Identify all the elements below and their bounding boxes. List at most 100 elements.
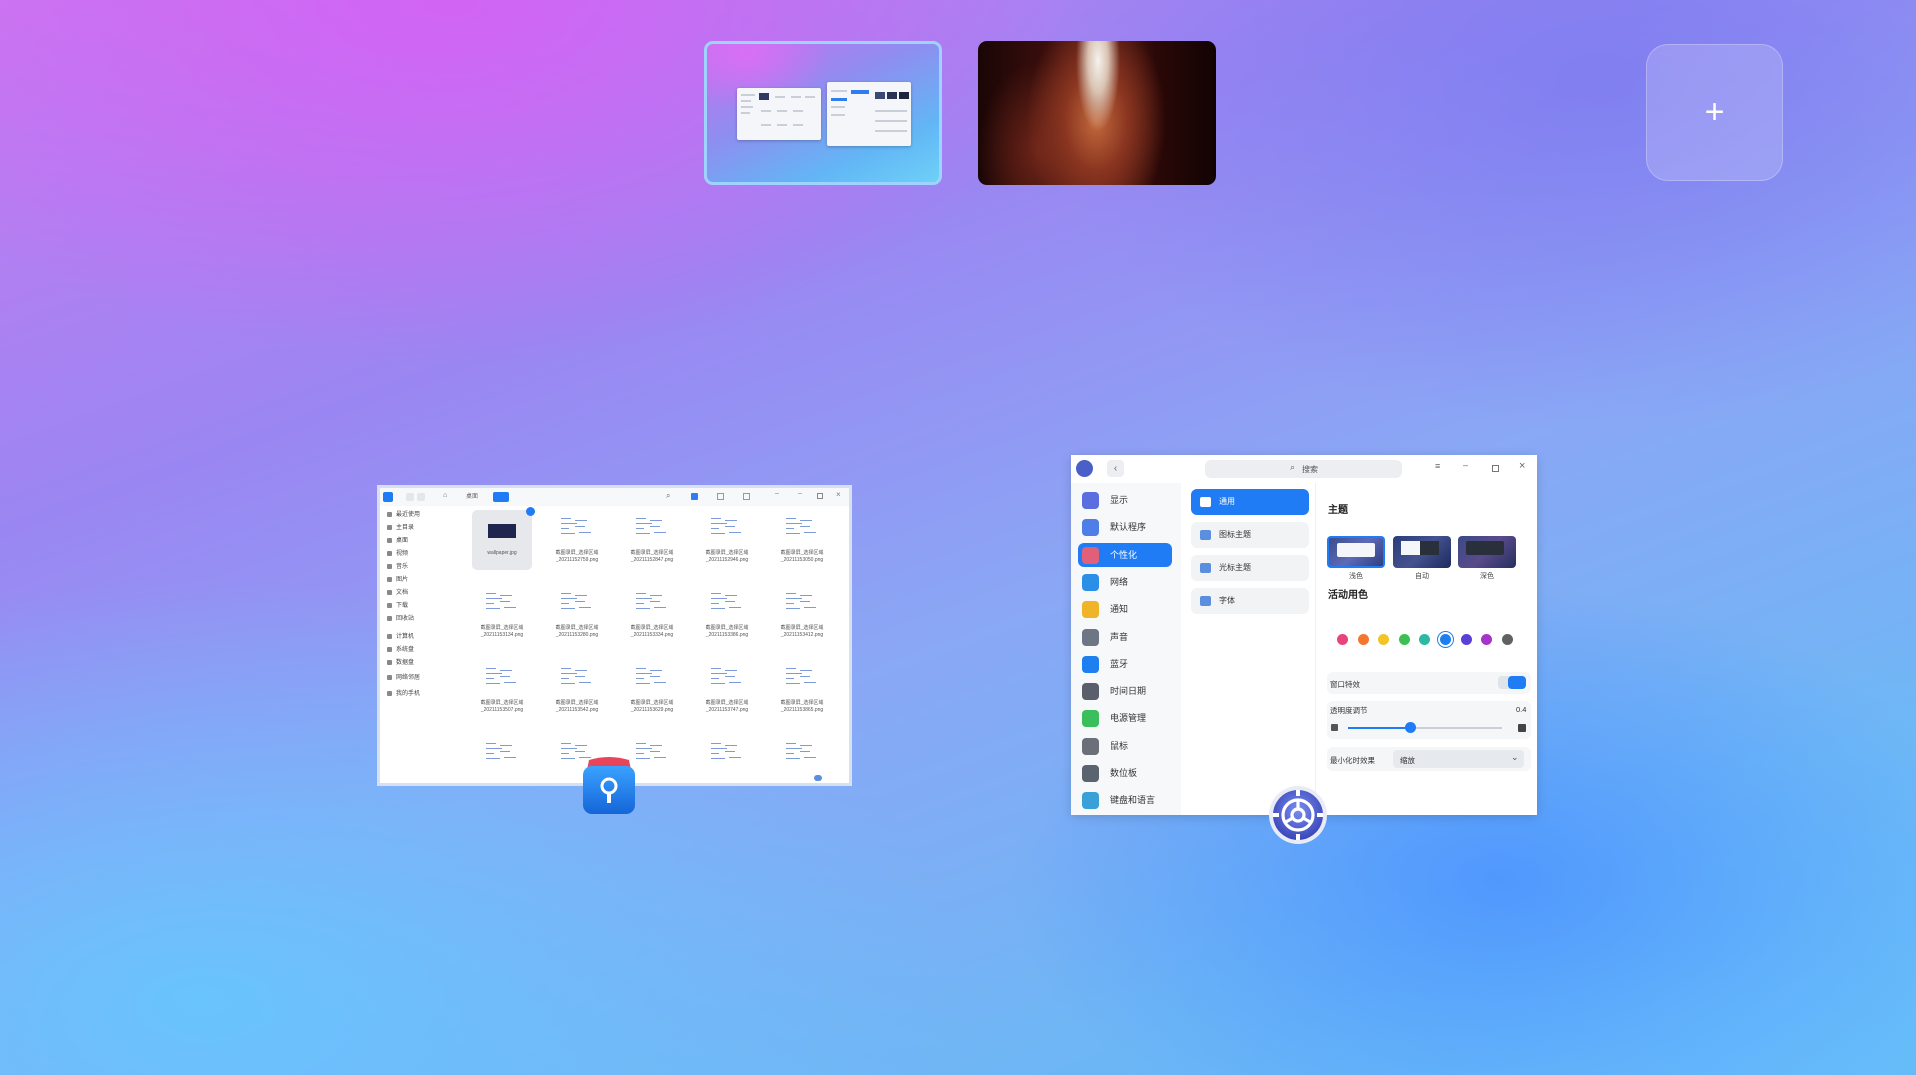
sidebar-item[interactable]: 图片 <box>387 574 408 583</box>
accent-color-swatch[interactable] <box>1501 634 1513 645</box>
search-input[interactable]: ⌕ 搜索 <box>1205 460 1402 478</box>
detail-view-icon[interactable] <box>743 493 750 500</box>
accent-color-swatch[interactable] <box>1337 634 1348 645</box>
file-item[interactable]: 截图录屏_选择区域_20211153542.png <box>547 660 607 720</box>
slider-handle[interactable] <box>1404 722 1416 733</box>
sidebar-item[interactable]: 计算机 <box>387 631 414 640</box>
forward-icon[interactable] <box>417 493 425 501</box>
file-item[interactable]: 截图录屏_选择区域_20211153134.png <box>472 585 532 645</box>
scrollbar[interactable] <box>814 775 822 781</box>
folder-icon <box>387 690 392 696</box>
folder-icon <box>387 646 392 652</box>
path-breadcrumb[interactable]: 桌面 <box>466 492 478 502</box>
minimize-effect-select[interactable]: 缩放 ⌄ <box>1393 750 1524 768</box>
settings-subnav-item[interactable]: 光标主题 <box>1191 555 1309 581</box>
settings-nav-item[interactable]: 鼠标 <box>1078 734 1172 758</box>
accent-color-swatch[interactable] <box>1398 634 1410 645</box>
minimize-icon[interactable]: – <box>798 490 802 497</box>
file-item[interactable]: 截图录屏_选择区域_20211153280.png <box>547 585 607 645</box>
sidebar-item[interactable]: 回收站 <box>387 613 414 622</box>
path-active-segment[interactable] <box>493 492 509 502</box>
add-workspace-button[interactable]: + <box>1646 44 1783 181</box>
window-effect-toggle[interactable] <box>1498 676 1526 689</box>
keyboard-icon <box>1082 792 1099 810</box>
back-button[interactable]: ‹ <box>1107 460 1124 477</box>
settings-nav-item[interactable]: 时间日期 <box>1078 679 1172 703</box>
minimize-icon[interactable]: – <box>1463 460 1468 470</box>
sidebar-item[interactable]: 系统盘 <box>387 644 414 653</box>
maximize-icon[interactable] <box>817 493 823 499</box>
accent-color-swatch[interactable] <box>1378 634 1390 645</box>
settings-nav-item[interactable]: 网络 <box>1078 570 1172 594</box>
close-icon[interactable]: × <box>836 490 841 499</box>
sidebar-item[interactable]: 我的手机 <box>387 688 420 697</box>
settings-nav-item[interactable]: 键盘和语言 <box>1078 788 1172 812</box>
settings-nav-item[interactable]: 默认程序 <box>1078 515 1172 539</box>
sidebar-item[interactable]: 最近使用 <box>387 509 420 518</box>
settings-nav-item[interactable]: 通知 <box>1078 597 1172 621</box>
list-view-icon[interactable] <box>717 493 724 500</box>
file-item[interactable]: 截图录屏_选择区域_20211153412.png <box>772 585 832 645</box>
settings-nav-item[interactable]: 数位板 <box>1078 761 1172 785</box>
sidebar-item[interactable]: 下载 <box>387 600 408 609</box>
workspace-2-thumbnail[interactable] <box>978 41 1216 185</box>
search-icon[interactable]: ⌕ <box>666 491 670 501</box>
settings-subnav-label: 通用 <box>1219 497 1235 506</box>
cursor-icon <box>1200 563 1211 573</box>
window-effect-label: 窗口特效 <box>1330 680 1360 689</box>
sidebar-item[interactable]: 网络邻居 <box>387 672 420 681</box>
settings-subnav-item[interactable]: 通用 <box>1191 489 1309 515</box>
accent-color-swatch[interactable] <box>1460 634 1472 645</box>
accent-color-swatch[interactable] <box>1440 634 1451 645</box>
file-item[interactable]: 截图录屏_选择区域_20211153747.png <box>697 660 757 720</box>
back-icon[interactable] <box>406 493 414 501</box>
file-item[interactable]: 截图录屏_选择区域_20211153334.png <box>622 585 682 645</box>
file-item[interactable]: 截图录屏_选择区域_20211153507.png <box>472 660 532 720</box>
maximize-icon[interactable] <box>1492 465 1499 472</box>
file-item[interactable]: 截图录屏_选择区域_20211153865.png <box>772 660 832 720</box>
settings-subnav-item[interactable]: 字体 <box>1191 588 1309 614</box>
sidebar-item[interactable]: 数据盘 <box>387 657 414 666</box>
settings-app-icon[interactable] <box>1267 784 1327 844</box>
settings-subnav-item[interactable]: 图标主题 <box>1191 522 1309 548</box>
file-item[interactable]: wallpaper.jpg <box>472 507 535 570</box>
theme-dark-card[interactable] <box>1458 536 1516 568</box>
file-manager-window[interactable]: ⌂ 桌面 ⌕ – – × 最近使用 主目录 桌面 视频 音乐 图片 文档 下载 回收站 计算机 系统… <box>377 485 852 786</box>
settings-nav-item[interactable]: 蓝牙 <box>1078 652 1172 676</box>
file-item[interactable]: 截图录屏_选择区域_20211152847.png <box>622 510 682 570</box>
accent-color-swatch[interactable] <box>1481 634 1493 645</box>
theme-auto-card[interactable] <box>1393 536 1451 568</box>
file-item[interactable]: 截图录屏_选择区域_20211152946.png <box>697 510 757 570</box>
close-icon[interactable]: × <box>1519 460 1525 472</box>
sidebar-item[interactable]: 音乐 <box>387 561 408 570</box>
file-item[interactable] <box>697 735 757 783</box>
accent-color-swatch[interactable] <box>1419 634 1431 645</box>
file-item[interactable]: 截图录屏_选择区域_20211153629.png <box>622 660 682 720</box>
transparency-slider[interactable] <box>1348 722 1502 733</box>
file-item[interactable] <box>472 735 532 783</box>
file-item[interactable] <box>772 735 832 783</box>
home-icon[interactable]: ⌂ <box>443 492 447 499</box>
menu-icon[interactable]: – <box>775 490 779 497</box>
accent-color-swatch[interactable] <box>1357 634 1369 645</box>
file-manager-app-icon[interactable] <box>579 756 639 816</box>
settings-window[interactable]: ‹ ⌕ 搜索 ≡ – × 显示默认程序个性化网络通知声音蓝牙时间日期电源管理鼠标… <box>1071 455 1537 815</box>
file-item[interactable]: 截图录屏_选择区域_20211153386.png <box>697 585 757 645</box>
settings-nav-item[interactable]: 电源管理 <box>1078 706 1172 730</box>
menu-icon[interactable]: ≡ <box>1435 461 1440 471</box>
theme-light-card[interactable] <box>1327 536 1385 568</box>
settings-nav-item[interactable]: 个性化 <box>1078 542 1172 567</box>
sidebar-item[interactable]: 桌面 <box>387 535 408 544</box>
settings-nav-item[interactable]: 显示 <box>1078 488 1172 512</box>
font-icon <box>1200 596 1211 606</box>
transparency-label: 透明度调节 <box>1330 706 1368 715</box>
sidebar-item[interactable]: 主目录 <box>387 522 414 531</box>
file-item[interactable]: 截图录屏_选择区域_20211153050.png <box>772 510 832 570</box>
sidebar-item[interactable]: 文档 <box>387 587 408 596</box>
file-item[interactable]: 截图录屏_选择区域_20211152759.png <box>547 510 607 570</box>
sidebar-item[interactable]: 视频 <box>387 548 408 557</box>
workspace-1-thumbnail[interactable] <box>704 41 942 185</box>
settings-nav-item[interactable]: 声音 <box>1078 625 1172 649</box>
icon-view-icon[interactable] <box>691 493 698 500</box>
file-name: 截图录屏_选择区域_20211153542.png <box>555 700 599 713</box>
